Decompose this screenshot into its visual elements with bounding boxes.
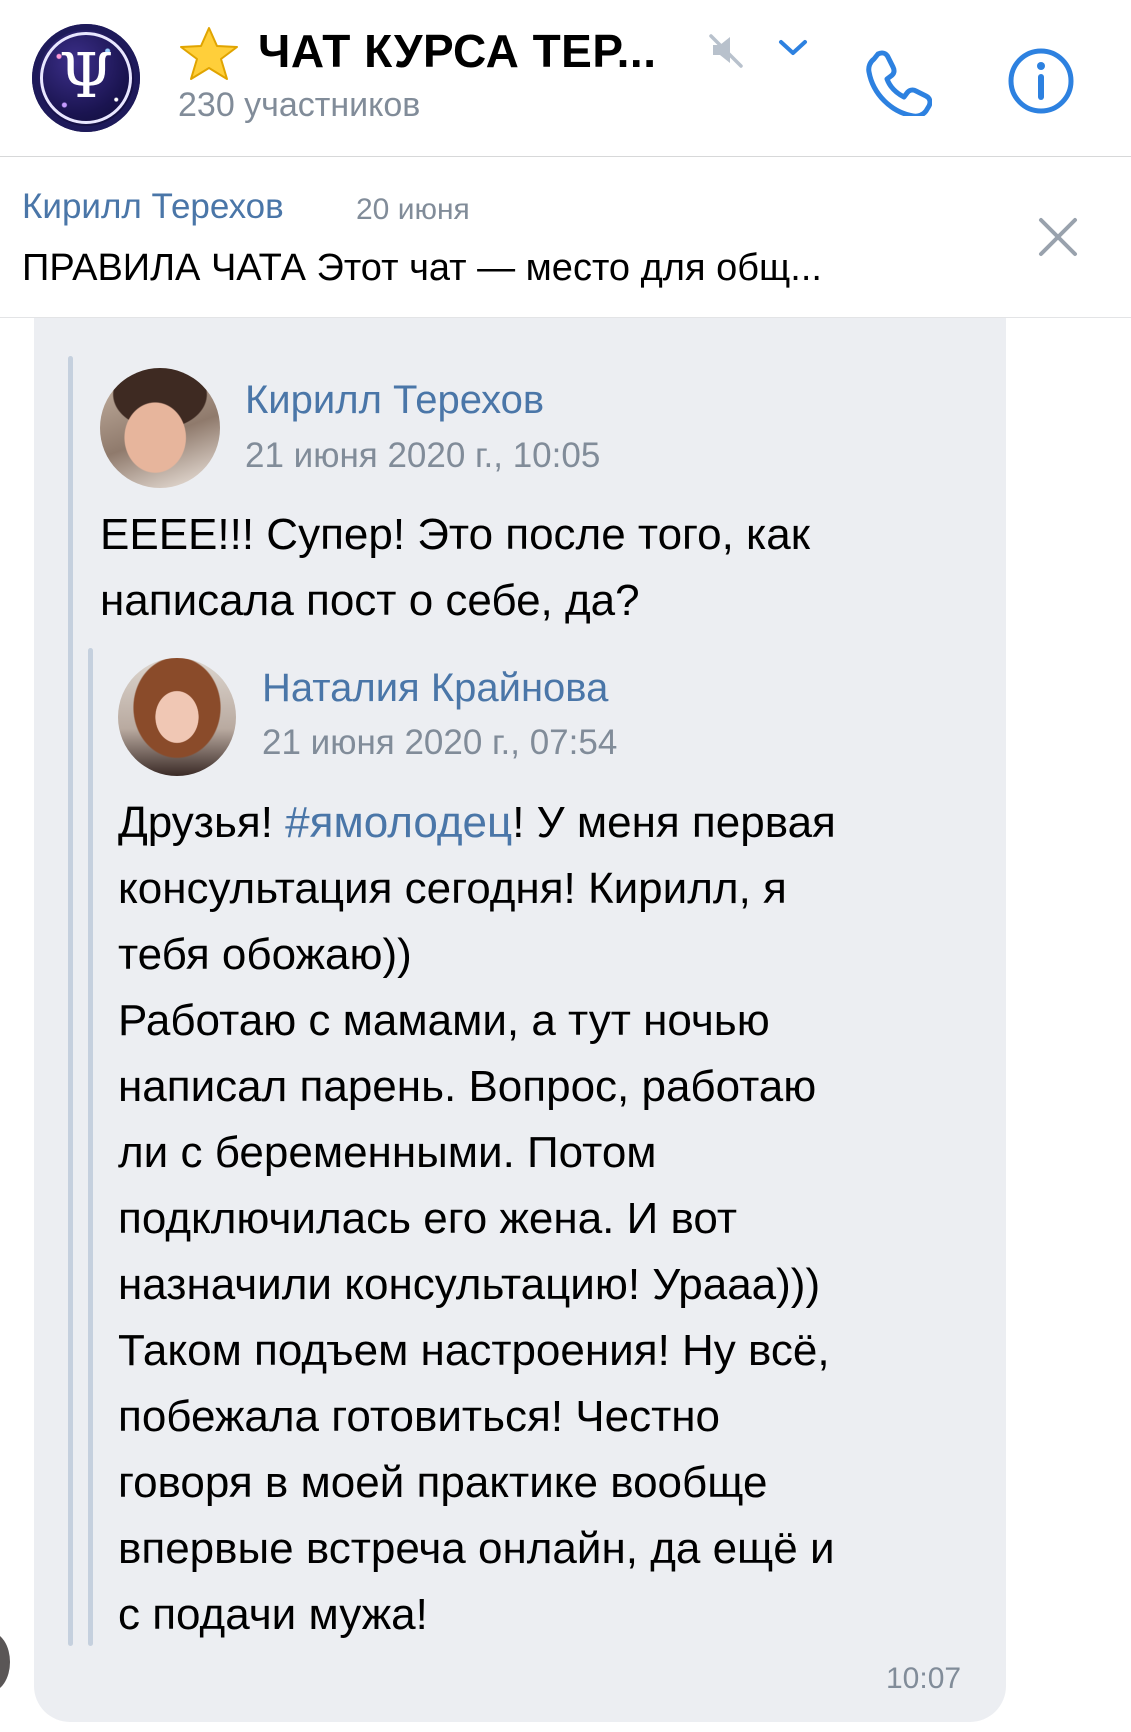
phone-icon[interactable] [860, 44, 932, 116]
message-datetime: 21 июня 2020 г., 10:05 [245, 436, 601, 475]
chevron-down-icon[interactable] [777, 36, 809, 60]
forwarded-text: Друзья! #ямолодец! У меня первая консуль… [118, 790, 998, 1648]
pinned-text[interactable]: ПРАВИЛА ЧАТА Этот чат — место для общ... [22, 247, 822, 290]
forwarded-text-start: Друзья! [118, 798, 286, 847]
chat-header: Ψ ЧАТ КУРСА ТЕР... 230 участников [0, 0, 1131, 157]
avatar[interactable] [0, 1632, 10, 1692]
forwarded-author[interactable]: Наталия Крайнова [262, 666, 608, 711]
forward-quote-bar [68, 356, 73, 1646]
pinned-message[interactable]: Кирилл Терехов 20 июня ПРАВИЛА ЧАТА Этот… [0, 157, 1131, 318]
participants-count[interactable]: 230 участников [178, 86, 420, 125]
forwarded-text-rest: ! У меня первая консультация сегодня! Ки… [118, 798, 836, 1639]
forwarded-datetime: 21 июня 2020 г., 07:54 [262, 723, 618, 762]
message-author[interactable]: Кирилл Терехов [245, 378, 544, 423]
psi-logo-icon: Ψ [58, 39, 114, 112]
avatar[interactable] [100, 368, 220, 488]
close-icon[interactable] [1036, 215, 1080, 259]
star-icon [180, 27, 238, 80]
avatar[interactable] [118, 658, 236, 776]
hashtag-link[interactable]: #ямолодец [285, 798, 512, 847]
info-icon[interactable] [1006, 46, 1076, 116]
chat-title[interactable]: ЧАТ КУРСА ТЕР... [258, 24, 656, 78]
chat-avatar[interactable]: Ψ [32, 24, 140, 132]
message-time: 10:07 [886, 1662, 962, 1695]
pinned-date: 20 июня [356, 193, 470, 226]
pinned-author[interactable]: Кирилл Терехов [22, 187, 284, 227]
mute-icon [709, 34, 743, 68]
nested-quote-bar [88, 648, 93, 1646]
message-text: ЕЕЕЕ!!! Супер! Это после того, как напис… [100, 510, 810, 625]
